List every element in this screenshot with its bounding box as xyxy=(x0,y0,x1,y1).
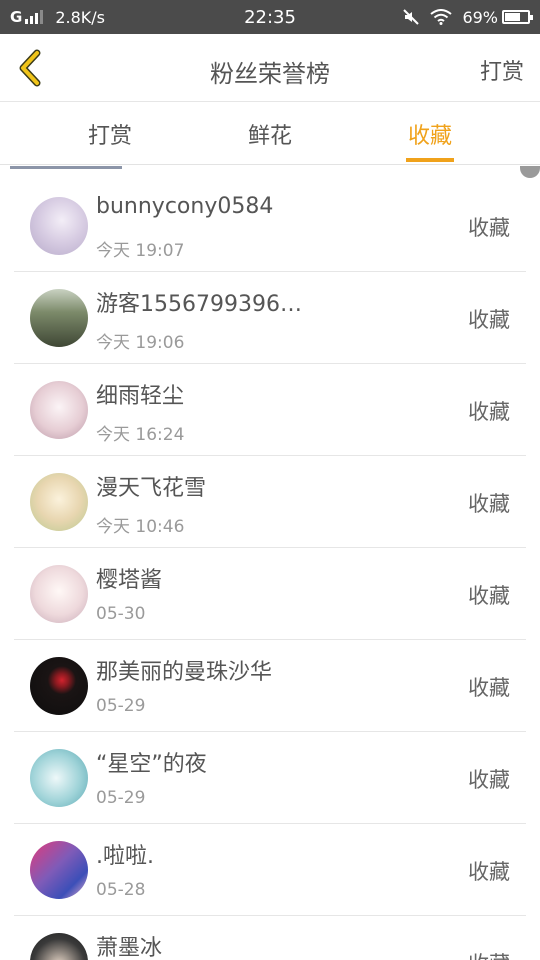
list-item[interactable]: 漫天飞花雪 今天 10:46 收藏 xyxy=(14,456,526,548)
timestamp: 05-28 xyxy=(96,880,146,900)
tab-flowers[interactable]: 鲜花 xyxy=(220,103,320,165)
avatar[interactable] xyxy=(30,565,88,623)
action-label: 收藏 xyxy=(468,860,510,884)
avatar[interactable] xyxy=(30,197,88,255)
avatar[interactable] xyxy=(30,749,88,807)
user-name: bunnycony0584 xyxy=(96,194,274,219)
list-item[interactable]: 樱塔酱 05-30 收藏 xyxy=(14,548,526,640)
user-name: “星空”的夜 xyxy=(96,752,207,777)
action-label: 收藏 xyxy=(468,676,510,700)
battery-percent: 69% xyxy=(462,7,498,27)
list-item[interactable]: 细雨轻尘 今天 16:24 收藏 xyxy=(14,364,526,456)
timestamp: 05-30 xyxy=(96,604,146,624)
avatar[interactable] xyxy=(30,381,88,439)
list-item[interactable]: 游客1556799396… 今天 19:06 收藏 xyxy=(14,272,526,364)
user-name: .啦啦. xyxy=(96,844,154,869)
action-label: 收藏 xyxy=(468,584,510,608)
action-label: 收藏 xyxy=(468,308,510,332)
user-name: 萧墨冰 xyxy=(96,936,163,960)
status-bar: G 2.8K/s 22:35 69% xyxy=(0,0,540,34)
battery-charging-icon xyxy=(502,10,533,24)
mute-icon xyxy=(402,8,420,26)
avatar[interactable] xyxy=(30,289,88,347)
action-label: 收藏 xyxy=(468,768,510,792)
user-name: 漫天飞花雪 xyxy=(96,476,207,501)
avatar[interactable] xyxy=(30,657,88,715)
action-label: 收藏 xyxy=(468,216,510,240)
tab-bar: 打赏 鲜花 收藏 xyxy=(0,103,540,165)
list-item[interactable]: bunnycony0584 今天 19:07 收藏 xyxy=(14,180,526,272)
timestamp: 05-29 xyxy=(96,788,146,808)
avatar[interactable] xyxy=(30,841,88,899)
action-label: 收藏 xyxy=(468,948,510,960)
tab-reward[interactable]: 打赏 xyxy=(60,103,160,165)
timestamp: 今天 16:24 xyxy=(96,425,185,445)
active-tab-indicator xyxy=(406,158,454,162)
avatar[interactable] xyxy=(30,473,88,531)
avatar[interactable] xyxy=(30,933,88,960)
tab-favorites[interactable]: 收藏 xyxy=(380,103,480,165)
scroll-badge xyxy=(520,166,540,178)
page-title: 粉丝荣誉榜 xyxy=(210,60,330,88)
list-item[interactable]: 那美丽的曼珠沙华 05-29 收藏 xyxy=(14,640,526,732)
previous-row-edge xyxy=(10,166,122,169)
action-label: 收藏 xyxy=(468,400,510,424)
user-name: 游客1556799396… xyxy=(96,292,302,317)
fan-list: bunnycony0584 今天 19:07 收藏 游客1556799396… … xyxy=(0,166,540,960)
user-name: 细雨轻尘 xyxy=(96,384,185,409)
action-label: 收藏 xyxy=(468,492,510,516)
app-bar: 粉丝荣誉榜 打赏 xyxy=(0,34,540,102)
timestamp: 今天 10:46 xyxy=(96,517,185,537)
user-name: 樱塔酱 xyxy=(96,568,163,593)
list-item[interactable]: .啦啦. 05-28 收藏 xyxy=(14,824,526,916)
list-item[interactable]: “星空”的夜 05-29 收藏 xyxy=(14,732,526,824)
reward-button[interactable]: 打赏 xyxy=(480,54,524,86)
wifi-icon xyxy=(430,9,453,25)
timestamp: 今天 19:07 xyxy=(96,241,185,261)
list-item[interactable]: 萧墨冰 收藏 xyxy=(14,916,526,960)
timestamp: 今天 19:06 xyxy=(96,333,185,353)
timestamp: 05-29 xyxy=(96,696,146,716)
user-name: 那美丽的曼珠沙华 xyxy=(96,660,273,685)
